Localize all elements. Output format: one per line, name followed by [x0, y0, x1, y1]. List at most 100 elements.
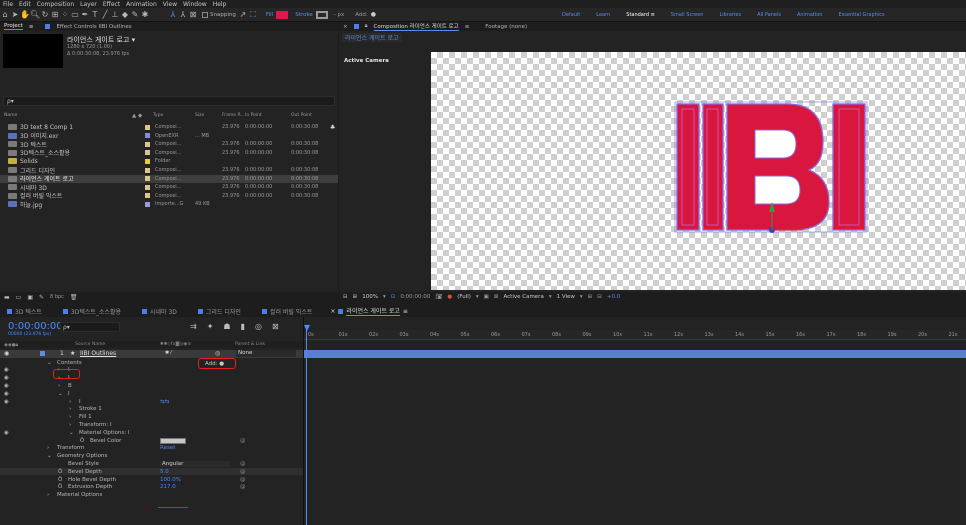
time-ruler[interactable]: 0s 01s 02s 03s 04s 05s 06s 07s 08s 09s 10s 11s 12s 13… — [304, 330, 966, 340]
expression-pickwhip-icon[interactable]: @ — [240, 438, 246, 444]
expression-pickwhip-icon[interactable]: @ — [240, 484, 246, 490]
label-swatch[interactable] — [145, 167, 150, 173]
project-item[interactable]: 3D 이미지.exr OpenEXR... MB — [0, 132, 338, 140]
column-header-2[interactable]: Size — [195, 113, 204, 118]
tab-effect-controls[interactable]: Effect Controls IIBI Outlines — [56, 24, 131, 30]
property-row[interactable]: Ö Extrusion Depth 217.0 @ — [0, 484, 303, 491]
workspace-libraries[interactable]: Libraries — [719, 12, 741, 18]
project-search-input[interactable]: ρ▾ — [3, 96, 335, 106]
label-swatch[interactable] — [145, 176, 150, 182]
home-icon[interactable]: ⌂ — [0, 10, 10, 19]
channel-icon[interactable]: ● — [447, 294, 452, 300]
property-row[interactable]: ◉ ⌄ Material Options: I — [0, 429, 303, 436]
expression-pickwhip-icon[interactable]: @ — [240, 469, 246, 475]
comp-viewer[interactable] — [431, 52, 966, 290]
new-folder-icon[interactable]: ▭ — [16, 294, 22, 301]
twirl-arrow-icon[interactable]: › — [47, 445, 49, 451]
property-value[interactable]: 217.0 — [160, 484, 176, 490]
layer-row[interactable]: ◉ 1 ★ IIBI Outlines ✱ ⁄ ◎ None — [0, 350, 303, 358]
hand-tool-icon[interactable]: ✋ — [20, 10, 30, 19]
eye-icon[interactable]: ◉ — [4, 391, 9, 397]
shy-icon[interactable]: ☗ — [223, 322, 230, 331]
label-swatch[interactable] — [145, 141, 150, 147]
menu-item-animation[interactable]: Animation — [126, 1, 157, 8]
transparency-grid-icon[interactable]: ⊠ — [494, 294, 499, 300]
label-swatch[interactable] — [145, 150, 150, 156]
eye-icon[interactable]: ◉ — [4, 383, 9, 389]
stopwatch-icon[interactable]: Ö — [58, 484, 62, 490]
workspace-small-screen[interactable]: Small Screen — [671, 12, 704, 18]
exposure-icon[interactable]: +0.0 — [607, 294, 620, 300]
project-item[interactable]: 컬러 버릴 믹스트 Composi... 23.976 0:00:00:00 0:00:… — [0, 192, 338, 200]
property-value[interactable]: 100.0% — [160, 477, 181, 483]
eye-icon[interactable]: ◉ — [4, 430, 9, 436]
comp-breadcrumb[interactable]: 라이언스 게이트 로고 — [342, 33, 402, 42]
eye-icon[interactable]: ◉ — [4, 367, 9, 373]
property-row[interactable]: › Transform: I — [0, 421, 303, 428]
workspace-learn[interactable]: Learn — [596, 12, 610, 18]
twirl-arrow-icon[interactable]: ⌄ — [69, 430, 74, 436]
composition-menu-icon[interactable]: ≡ — [465, 24, 470, 30]
tab-project[interactable]: Project — [4, 23, 23, 30]
property-row[interactable]: ◉ › B — [0, 382, 303, 389]
tab-composition[interactable]: Composition 라이언스 게이트 로고 — [373, 22, 459, 31]
project-item[interactable]: 그리드 디자인 Composi... 23.976 0:00:00:00 0:00:30… — [0, 166, 338, 175]
property-value[interactable]: Angular — [160, 460, 230, 467]
blend-mode-icon[interactable]: ⇆⇆ — [160, 399, 169, 405]
property-value[interactable]: Reset — [160, 445, 175, 451]
layer-switches[interactable]: ✱ ⁄ — [165, 350, 172, 356]
render-options-icon[interactable]: ⊞ — [588, 294, 593, 300]
twirl-arrow-icon[interactable]: › — [47, 492, 49, 498]
menu-item-help[interactable]: Help — [213, 1, 227, 8]
property-row[interactable]: Ö Hole Bevel Depth 100.0% @ — [0, 476, 303, 483]
column-header-5[interactable]: Out Point — [291, 113, 312, 118]
view-layout-select[interactable]: 1 View — [557, 294, 575, 300]
project-item[interactable]: 3D 텍스트 Composi... 23.976 0:00:00:00 0:00:30:… — [0, 140, 338, 149]
workspace-all-panels[interactable]: All Panels — [757, 12, 781, 18]
expression-pickwhip-icon[interactable]: @ — [240, 461, 246, 467]
property-row[interactable]: › Stroke 1 — [0, 406, 303, 413]
eye-icon[interactable]: ◉ — [4, 350, 9, 357]
new-comp-icon[interactable]: ▣ — [27, 294, 33, 301]
always-preview-icon[interactable]: ⊟ — [343, 294, 348, 300]
chevron-down-icon[interactable]: ▾ — [476, 294, 479, 300]
menu-item-view[interactable]: View — [163, 1, 177, 8]
eye-icon[interactable]: ◉ — [4, 399, 9, 405]
layer-duration-bar[interactable] — [304, 350, 966, 358]
snap-options-icon[interactable]: ⛶ — [248, 10, 258, 20]
axis-view-icon[interactable]: ⊠ — [188, 10, 198, 19]
eraser-tool-icon[interactable]: ◆ — [120, 10, 130, 19]
property-row[interactable]: ◉ › I ⇆⇆ — [0, 398, 303, 405]
draft-3d-icon[interactable]: ✦ — [207, 322, 214, 331]
menu-item-effect[interactable]: Effect — [103, 1, 120, 8]
expression-pickwhip-icon[interactable]: @ — [240, 477, 246, 483]
parent-select[interactable]: None — [236, 350, 296, 357]
timeline-tab[interactable]: 컬러 버릴 믹스트 — [259, 307, 312, 316]
label-swatch[interactable] — [145, 201, 150, 207]
property-value[interactable]: 5.0 — [160, 469, 169, 475]
property-row[interactable]: › Fill 1 — [0, 414, 303, 421]
property-row[interactable]: ◉ ⌄ I — [0, 390, 303, 397]
parent-header[interactable]: Parent & Link — [235, 342, 265, 347]
twirl-arrow-icon[interactable]: ⌄ — [47, 453, 52, 459]
property-row[interactable]: ◉ › I — [0, 367, 303, 374]
grid-icon[interactable]: ⊞ — [353, 294, 358, 300]
stopwatch-icon[interactable]: Ö — [58, 477, 62, 483]
roto-brush-tool-icon[interactable]: ✎ — [130, 10, 140, 19]
motion-blur-icon[interactable]: ◎ — [255, 322, 262, 331]
zoom-tool-icon[interactable]: 🔍︎ — [30, 10, 40, 19]
source-name-header[interactable]: Source Name — [75, 342, 105, 347]
close-icon[interactable]: × — [343, 24, 348, 30]
roi-icon[interactable]: ▣ — [484, 294, 489, 300]
twirl-arrow-icon[interactable]: › — [69, 414, 71, 420]
bpc-label[interactable]: 8 bpc — [50, 294, 64, 300]
close-icon[interactable]: × — [330, 308, 335, 315]
menu-item-edit[interactable]: Edit — [19, 1, 31, 8]
project-item[interactable]: 시네마 3D Composi... 23.976 0:00:00:00 0:00:30:… — [0, 183, 338, 192]
menu-item-composition[interactable]: Composition — [37, 1, 74, 8]
type-tool-icon[interactable]: T — [90, 10, 100, 19]
tab-menu-icon[interactable]: ≡ — [403, 308, 408, 315]
property-row[interactable]: ⌄ Geometry Options — [0, 453, 303, 460]
timeline-tab[interactable]: 그리드 디자인 — [195, 307, 241, 316]
property-row[interactable]: ⌄ Contents — [0, 359, 303, 366]
